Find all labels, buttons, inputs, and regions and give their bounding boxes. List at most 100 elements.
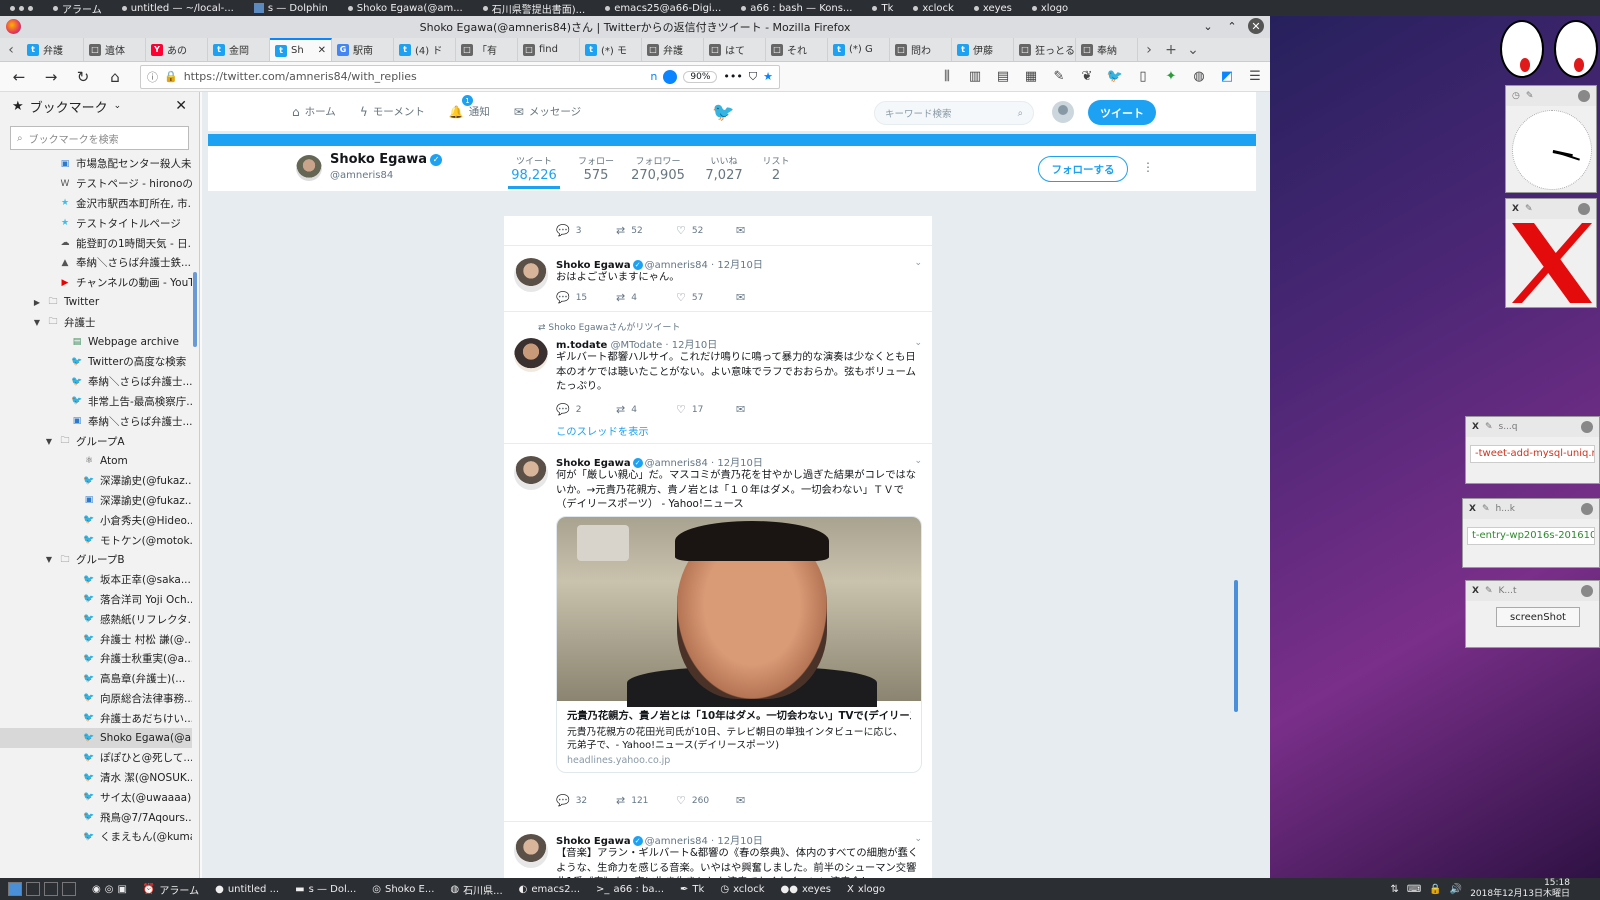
dm-button[interactable]: ✉ [736,224,796,237]
tab-11[interactable]: □ はて [704,38,766,61]
bookmark-item[interactable]: ▶ チャンネルの動画 - YouT... [0,273,192,293]
new-tab-icon[interactable]: + [1160,38,1182,61]
nav-messages[interactable]: ✉ メッセージ [514,104,581,119]
bookmark-item[interactable]: 🐦 サイ太(@uwaaaa)... [0,788,192,808]
zoom-level[interactable]: 90% [683,70,718,83]
green-ext-icon[interactable]: ✦ [1162,69,1180,84]
emacs-titlebar[interactable]: X ✎ s...q [1466,417,1599,437]
bookmark-item[interactable]: 🐦 Twitterの高度な検索 [0,352,192,372]
evernote-icon[interactable]: ❦ [1078,69,1096,84]
window-titlebar[interactable]: Shoko Egawa(@amneris84)さん | Twitterからの返信… [0,16,1270,38]
task-alarm[interactable]: ⏰ アラーム [135,882,207,897]
twitter-search-input[interactable]: キーワード検索 ⌕ [874,101,1034,125]
top-task-ishikawa[interactable]: 石川県警提出書面)... [473,1,595,16]
xlogo-window[interactable]: X ✎ [1505,198,1597,308]
tab-2[interactable]: Y あの [146,38,208,61]
info-icon[interactable]: ⓘ [147,69,158,85]
tweet-item[interactable]: Shoko Egawa ✓ @amneris84 · 12月10日 ⌄ 何が「厳しい… [504,444,932,822]
reader-icon[interactable]: ▤ [994,69,1012,84]
task-tk[interactable]: ✒ Tk [672,884,712,895]
retweet-button[interactable]: ⇄ 52 [616,224,676,237]
emacs-window-1[interactable]: X ✎ s...q -tweet-add-mysql-uniq.r [1465,416,1600,484]
like-button[interactable]: ♡ 52 [676,224,736,237]
nav-notifications[interactable]: 🔔 通知 [449,104,490,119]
tab-17[interactable]: □ 奉納 [1076,38,1138,61]
close-icon[interactable] [1581,503,1593,515]
pocket-icon[interactable]: ⛉ [749,70,757,84]
back-button[interactable]: ← [6,64,32,90]
url-bar[interactable]: ⓘ 🔒 https://twitter.com/amneris84/with_r… [140,64,780,89]
close-icon[interactable] [1578,203,1590,215]
chevron-down-icon[interactable]: ⌄ [914,834,922,844]
bookmark-item[interactable]: 🐦 奉納＼さらば弁護士... [0,372,192,392]
like-button[interactable]: ♡ 57 [676,291,736,304]
library-icon[interactable]: ⫼ [938,69,956,84]
forward-button[interactable]: → [38,64,64,90]
url-text[interactable]: https://twitter.com/amneris84/with_repli… [184,70,645,83]
tab-3[interactable]: t 金岡 [208,38,270,61]
page-actions-icon[interactable]: ••• [723,70,742,83]
close-icon[interactable] [1578,90,1590,102]
bookmark-item[interactable]: ▣ 奉納＼さらば弁護士... [0,411,192,431]
nav-home[interactable]: ⌂ ホーム [292,104,336,119]
task-ishikawa[interactable]: ◍ 石川県... [442,882,510,897]
tab-14[interactable]: □ 問わ [890,38,952,61]
bookmark-item[interactable]: ⚛ Atom [0,451,192,471]
translate-icon[interactable]: ◩ [1218,69,1236,84]
emacs-window-2[interactable]: X ✎ h...k t-entry-wp2016s-201610 [1462,498,1600,568]
top-task-dolphin[interactable]: s — Dolphin [244,3,338,14]
bookmark-item[interactable]: ▤ Webpage archive [0,332,192,352]
bookmark-item[interactable]: 🐦 高島章(弁護士)(... [0,669,192,689]
top-task-alarm[interactable]: アラーム [43,1,112,16]
xclock-titlebar[interactable]: ◷ ✎ [1506,86,1596,106]
like-button[interactable]: ♡ 17 [676,403,736,416]
tab-9[interactable]: t (*) モ [580,38,642,61]
top-task-firefox[interactable]: Shoko Egawa(@am... [338,3,473,14]
tweet-avatar[interactable] [514,258,548,292]
tab-5[interactable]: G 駅南 [332,38,394,61]
close-icon[interactable]: ✕ [1248,18,1264,34]
tab-16[interactable]: □ 狂っとる [1014,38,1076,61]
tweet-item[interactable]: Shoko Egawa ✓ @amneris84 · 12月10日 ⌄ おはよござい… [504,246,932,312]
chevron-down-icon[interactable]: ▼ [44,555,54,564]
tab-12[interactable]: □ それ [766,38,828,61]
system-tray[interactable]: ⇅ ⌨ 🔒 🔊 [1382,884,1470,895]
desktop-pager[interactable] [0,882,84,896]
tab-1[interactable]: □ 遺体 [84,38,146,61]
dm-button[interactable]: ✉ [736,291,796,304]
top-task-untitled[interactable]: untitled — ~/local-... [112,3,244,14]
bookmark-item[interactable]: 🐦 くまえもん(@kuma... [0,827,192,847]
bookmark-item[interactable]: 🐦 非常上告-最高検察庁... [0,392,192,412]
profile-stat[interactable]: いいね 7,027 [694,154,754,183]
emacs-buffer-line[interactable]: t-entry-wp2016s-201610 [1467,527,1595,545]
task-xlogo[interactable]: Xxlogo [839,884,893,895]
pen-icon[interactable]: ✎ [1050,69,1068,84]
close-icon[interactable] [1581,585,1593,597]
clipboard-icon[interactable]: ▯ [1134,69,1152,84]
task-xeyes[interactable]: ●● xeyes [773,884,840,895]
tweet-item[interactable]: Shoko Egawa ✓ @amneris84 · 12月10日 ⌄ 【音楽】アラ… [504,822,932,878]
xclock-window[interactable]: ◷ ✎ [1505,85,1597,193]
chevron-down-icon[interactable]: ⌄ [914,338,922,348]
tweet-avatar[interactable] [514,456,548,490]
profile-avatar[interactable] [296,155,322,181]
tab-close-icon[interactable]: ✕ [318,45,326,56]
link-card[interactable]: 元貴乃花親方、貴ノ岩とは「10年はダメ。一切会わない」TVで(デイリースポ...… [556,516,922,773]
chevron-down-icon[interactable]: ▼ [32,318,42,327]
grid-icon[interactable]: ▦ [1022,69,1040,84]
bookmark-item[interactable]: ★ テストタイトルページ [0,213,192,233]
bookmark-folder[interactable]: ▶ 🗀 Twitter [0,293,192,313]
bookmark-item[interactable]: 🐦 坂本正幸(@saka... [0,570,192,590]
quick-launch[interactable]: ◉ ◎ ▣ [84,884,135,895]
tk-window[interactable]: X ✎ K...t screenShot [1465,580,1600,648]
bookmark-item[interactable]: 🐦 落合洋司 Yoji Och... [0,590,192,610]
tray-keyboard-icon[interactable]: ⌨ [1407,884,1421,895]
tk-titlebar[interactable]: X ✎ K...t [1466,581,1599,601]
home-button[interactable]: ⌂ [102,64,128,90]
retweet-button[interactable]: ⇄ 4 [616,291,676,304]
profile-stat[interactable]: フォロー 575 [566,154,626,183]
bookmark-folder[interactable]: ▼ 🗀 弁護士 [0,312,192,332]
reply-button[interactable]: 💬 2 [556,403,616,416]
bookmark-item[interactable]: 🐦 清水 潔(@NOSUK... [0,768,192,788]
task-dolphin[interactable]: ▬ s — Dol... [287,884,364,895]
